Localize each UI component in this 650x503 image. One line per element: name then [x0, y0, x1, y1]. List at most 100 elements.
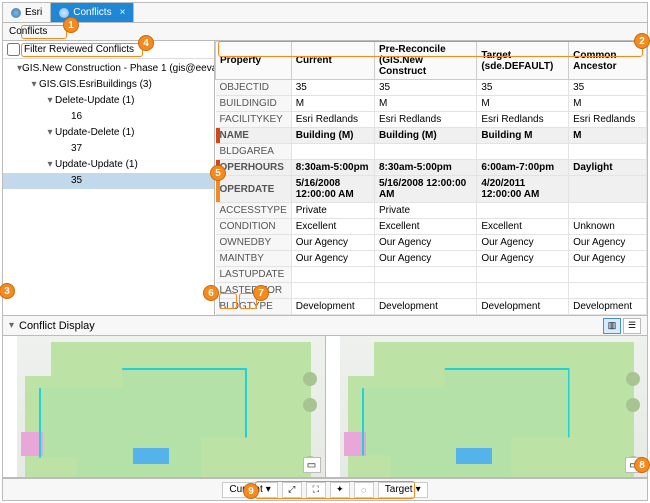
map-popup-icon[interactable]: ▭	[303, 457, 321, 473]
property-cell: LASTUPDATE	[216, 267, 292, 283]
column-header[interactable]: Property	[216, 42, 292, 80]
property-cell: OWNEDBY	[216, 235, 292, 251]
view-toggle-list[interactable]: ☰	[623, 318, 641, 334]
value-cell: Private	[374, 203, 476, 219]
property-cell: OBJECTID	[216, 80, 292, 96]
property-cell: BLDGAREA	[216, 144, 292, 160]
value-cell	[477, 203, 569, 219]
value-cell	[477, 267, 569, 283]
value-cell: Esri Redlands	[291, 112, 374, 128]
value-cell: M	[569, 96, 647, 112]
tree-leaf[interactable]: 16	[3, 109, 214, 125]
value-cell	[291, 144, 374, 160]
table-row[interactable]: FACILITYKEYEsri RedlandsEsri RedlandsEsr…	[216, 112, 647, 128]
property-cell: MAINTBY	[216, 251, 292, 267]
map-left[interactable]: ▭	[3, 336, 325, 477]
callout-9: 9	[243, 483, 259, 499]
tree-group[interactable]: ▾Update-Delete (1)	[3, 125, 214, 141]
target-dropdown[interactable]: Target ▾	[378, 482, 428, 498]
globe-icon	[11, 8, 21, 18]
map-right[interactable]: ▭	[325, 336, 648, 477]
value-cell: Development	[374, 299, 476, 315]
property-cell: FACILITYKEY	[216, 112, 292, 128]
value-cell	[569, 283, 647, 299]
close-icon[interactable]: ×	[120, 7, 126, 18]
property-cell: ACCESSTYPE	[216, 203, 292, 219]
table-row[interactable]: ACCESSTYPEPrivatePrivate	[216, 203, 647, 219]
value-cell	[374, 267, 476, 283]
value-cell	[477, 283, 569, 299]
filter-checkbox[interactable]	[7, 43, 20, 56]
property-cell: CONDITION	[216, 219, 292, 235]
table-row[interactable]: OWNEDBYOur AgencyOur AgencyOur AgencyOur…	[216, 235, 647, 251]
maps: ▭ ▭	[3, 336, 647, 478]
value-cell: 35	[569, 80, 647, 96]
property-cell: NAME	[216, 128, 292, 144]
table-row[interactable]: BLDGTYPEDevelopmentDevelopmentDevelopmen…	[216, 299, 647, 315]
value-cell: Our Agency	[569, 251, 647, 267]
tree-leaf[interactable]: 37	[3, 141, 214, 157]
clear-icon[interactable]: ◌	[354, 482, 374, 498]
table-row[interactable]: BLDGAREA	[216, 144, 647, 160]
callout-5: 5	[210, 165, 226, 181]
value-cell	[569, 144, 647, 160]
value-cell: Excellent	[477, 219, 569, 235]
value-cell: Esri Redlands	[569, 112, 647, 128]
column-header[interactable]: Common Ancestor	[569, 42, 647, 80]
table-row[interactable]: MAINTBYOur AgencyOur AgencyOur AgencyOur…	[216, 251, 647, 267]
tab-bar: Esri Conflicts×	[3, 3, 647, 23]
chevron-down-icon[interactable]: ▾	[9, 320, 19, 331]
value-cell: 35	[291, 80, 374, 96]
callout-6: 6	[203, 285, 219, 301]
table-row[interactable]: BUILDINGIDMMMM	[216, 96, 647, 112]
table-row[interactable]: NAMEBuilding (M)Building (M)Building MM	[216, 128, 647, 144]
value-cell: M	[477, 96, 569, 112]
value-cell: Daylight	[569, 160, 647, 176]
tree-leaf-selected[interactable]: 35	[3, 173, 214, 189]
tab-esri[interactable]: Esri	[3, 3, 51, 22]
table-row[interactable]: OPERHOURS8:30am-5:00pm8:30am-5:00pm6:00a…	[216, 160, 647, 176]
value-cell	[569, 267, 647, 283]
tree-root[interactable]: ▾GIS.New Construction - Phase 1 (gis@eev…	[3, 61, 214, 77]
value-cell: M	[374, 96, 476, 112]
tree-layer[interactable]: ▾GIS.GIS.EsriBuildings (3)	[3, 77, 214, 93]
column-header[interactable]: Target (sde.DEFAULT)	[477, 42, 569, 80]
column-header[interactable]: Pre-Reconcile (GIS.New Construct	[374, 42, 476, 80]
property-cell: BLDGTYPE	[216, 299, 292, 315]
zoom-full-icon[interactable]: ⛶	[306, 482, 326, 498]
value-cell	[569, 176, 647, 203]
column-header[interactable]: Current	[291, 42, 374, 80]
tree-group[interactable]: ▾Update-Update (1)	[3, 157, 214, 173]
value-cell: Our Agency	[374, 251, 476, 267]
tree-group[interactable]: ▾Delete-Update (1)	[3, 93, 214, 109]
footer-toolbar: Current ▾ ⤢ ⛶ ✦ ◌ Target ▾	[3, 478, 647, 500]
tree-pane: Filter Reviewed Conflicts ▾GIS.New Const…	[3, 41, 215, 315]
value-cell: Esri Redlands	[374, 112, 476, 128]
attribute-grid[interactable]: PropertyCurrentPre-Reconcile (GIS.New Co…	[215, 41, 647, 315]
value-cell: 35	[374, 80, 476, 96]
tree: ▾GIS.New Construction - Phase 1 (gis@eev…	[3, 59, 214, 315]
value-cell: 8:30am-5:00pm	[291, 160, 374, 176]
table-row[interactable]: OBJECTID35353535	[216, 80, 647, 96]
value-cell: Our Agency	[291, 235, 374, 251]
value-cell: Our Agency	[569, 235, 647, 251]
value-cell: 35	[477, 80, 569, 96]
value-cell	[291, 283, 374, 299]
value-cell: Esri Redlands	[477, 112, 569, 128]
zoom-in-icon[interactable]: ⤢	[282, 482, 302, 498]
value-cell	[374, 283, 476, 299]
value-cell: Unknown	[569, 219, 647, 235]
table-row[interactable]: LASTEDITOR	[216, 283, 647, 299]
value-cell: 4/20/2011 12:00:00 AM	[477, 176, 569, 203]
value-cell	[291, 267, 374, 283]
value-cell: 5/16/2008 12:00:00 AM	[291, 176, 374, 203]
callout-1: 1	[63, 17, 79, 33]
value-cell: Private	[291, 203, 374, 219]
callout-2: 2	[634, 33, 650, 49]
table-row[interactable]: CONDITIONExcellentExcellentExcellentUnkn…	[216, 219, 647, 235]
flash-icon[interactable]: ✦	[330, 482, 350, 498]
table-row[interactable]: OPERDATE5/16/2008 12:00:00 AM5/16/2008 1…	[216, 176, 647, 203]
table-row[interactable]: LASTUPDATE	[216, 267, 647, 283]
view-toggle-split[interactable]: ▥	[603, 318, 621, 334]
value-cell: Our Agency	[477, 251, 569, 267]
